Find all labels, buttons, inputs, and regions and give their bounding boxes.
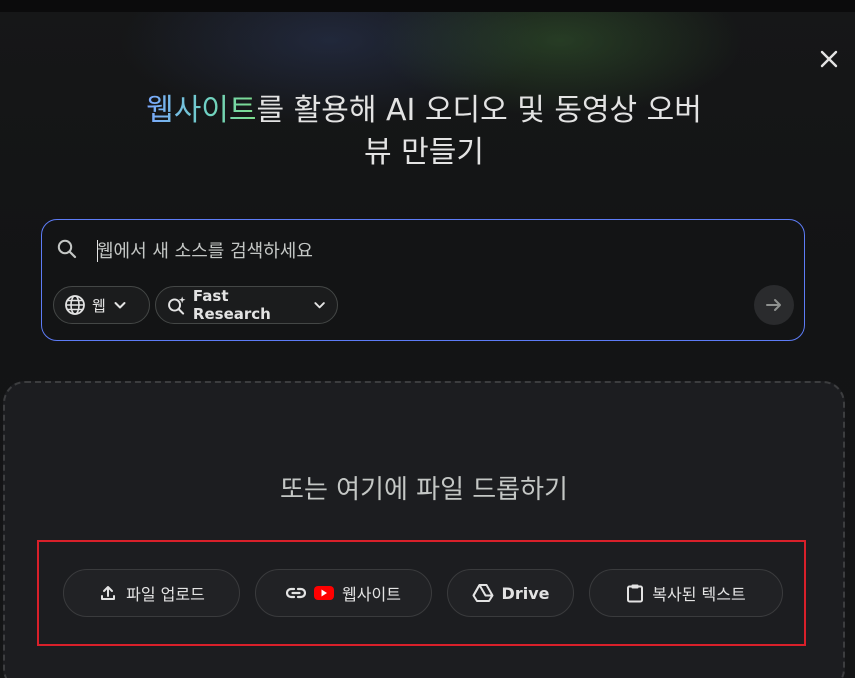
website-source-button[interactable]: 웹사이트	[255, 569, 432, 617]
chevron-down-icon	[314, 302, 325, 309]
top-strip	[0, 0, 855, 12]
close-button[interactable]	[812, 42, 846, 76]
paste-text-label: 복사된 텍스트	[652, 585, 746, 604]
upload-file-label: 파일 업로드	[126, 585, 205, 604]
youtube-icon	[314, 586, 335, 600]
close-icon	[820, 50, 838, 68]
upload-file-button[interactable]: 파일 업로드	[63, 569, 240, 617]
headline-highlight: 웹사이트	[146, 93, 257, 128]
file-drop-zone[interactable]: 또는 여기에 파일 드롭하기	[3, 381, 845, 678]
upload-icon	[101, 586, 116, 600]
drive-icon	[472, 584, 494, 602]
add-sources-dialog: 웹사이트를 활용해 AI 오디오 및 동영상 오버 뷰 만들기 웹에서 새 소스…	[0, 0, 855, 678]
clipboard-icon	[627, 584, 644, 603]
globe-icon	[65, 295, 85, 315]
web-search-box: 웹 Fast Research	[41, 219, 805, 341]
drive-source-label: Drive	[501, 583, 550, 603]
drop-zone-title: 또는 여기에 파일 드롭하기	[280, 475, 568, 505]
research-mode-dropdown[interactable]: Fast Research	[155, 286, 338, 324]
arrow-right-icon	[766, 299, 781, 311]
website-source-label: 웹사이트	[342, 585, 401, 604]
search-icon	[57, 239, 77, 259]
source-type-label: 웹	[92, 296, 106, 315]
text-caret	[97, 240, 98, 262]
headline-line2: 뷰 만들기	[364, 135, 484, 170]
dialog-headline: 웹사이트를 활용해 AI 오디오 및 동영상 오버 뷰 만들기	[60, 90, 788, 174]
paste-text-button[interactable]: 복사된 텍스트	[589, 569, 783, 617]
search-input[interactable]	[97, 236, 737, 266]
source-type-dropdown[interactable]: 웹	[53, 286, 150, 324]
link-icon	[286, 587, 307, 599]
chevron-down-icon	[114, 302, 126, 309]
drive-source-button[interactable]: Drive	[447, 569, 574, 617]
research-mode-label: Fast Research	[192, 287, 271, 323]
search-submit-button[interactable]	[754, 285, 794, 325]
headline-text: 를 활용해 AI 오디오 및 동영상 오버	[256, 93, 702, 128]
sparkle-search-icon	[168, 296, 186, 315]
